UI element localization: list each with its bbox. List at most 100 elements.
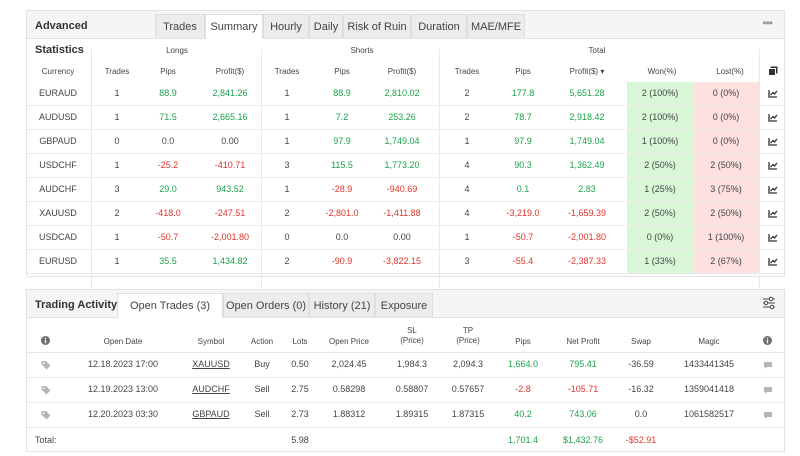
tab-mae-mfe[interactable]: MAE/MFE <box>467 14 525 38</box>
short-pips-cell: -90.9 <box>331 256 353 266</box>
magic-cell: 1061582517 <box>683 409 735 419</box>
tag-icon[interactable] <box>41 360 51 370</box>
won-cell: 1 (25%) <box>627 178 693 201</box>
tag-icon[interactable] <box>41 410 51 420</box>
short-pips-cell: 7.2 <box>335 112 349 122</box>
comment-icon[interactable] <box>763 386 773 395</box>
chart-icon[interactable] <box>768 233 778 242</box>
total-trades-cell: 4 <box>464 160 470 170</box>
col-long-pips[interactable]: Pips <box>145 67 191 76</box>
long-pips-cell: -418.0 <box>155 208 181 218</box>
col-lots[interactable]: Lots <box>285 337 315 347</box>
chart-icon[interactable] <box>768 113 778 122</box>
col-magic[interactable]: Magic <box>681 337 737 347</box>
tp-cell: 2,094.3 <box>452 359 484 369</box>
tab-risk-of-ruin[interactable]: Risk of Ruin <box>343 14 411 38</box>
open-date-cell: 12.20.2023 03:30 <box>87 409 159 419</box>
stats-row: AUDUSD 1 71.5 2,665.16 1 7.2 253.26 2 78.7 2,918.… <box>27 106 784 130</box>
symbol-link[interactable]: GBPAUD <box>189 403 233 426</box>
open-date-cell: 12.18.2023 17:00 <box>87 359 159 369</box>
col-lost[interactable]: Lost(%) <box>700 67 760 76</box>
tab-history[interactable]: History (21) <box>309 293 375 317</box>
col-open-price[interactable]: Open Price <box>321 337 377 347</box>
currency-cell: AUDUSD <box>38 112 77 122</box>
short-trades-cell: 3 <box>284 160 290 170</box>
comment-icon[interactable] <box>763 361 773 370</box>
col-sl[interactable]: SL (Price) <box>387 326 437 346</box>
col-short-profit[interactable]: Profit($) <box>373 67 431 76</box>
tp-cell: 1.87315 <box>451 409 485 419</box>
tab-exposure[interactable]: Exposure <box>375 293 433 317</box>
lost-cell: 2 (50%) <box>693 154 759 177</box>
col-swap[interactable]: Swap <box>621 337 661 347</box>
activity-panel-title: Trading Activity <box>35 299 118 311</box>
col-symbol[interactable]: Symbol <box>189 337 233 347</box>
info-icon[interactable] <box>41 336 50 345</box>
col-open-date[interactable]: Open Date <box>83 337 163 347</box>
short-pips-cell: 88.9 <box>333 88 351 98</box>
tab-open-orders[interactable]: Open Orders (0) <box>223 293 309 317</box>
col-currency[interactable]: Currency <box>32 67 84 76</box>
tag-icon[interactable] <box>41 385 51 395</box>
total-net-profit: $1,432.76 <box>562 435 604 445</box>
chart-icon[interactable] <box>768 89 778 98</box>
total-pips-cell: -55.4 <box>512 256 534 266</box>
currency-cell: GBPAUD <box>39 136 77 146</box>
symbol-link[interactable]: AUDCHF <box>189 378 233 401</box>
stats-row: EURAUD 1 88.9 2,841.26 1 88.9 2,810.02 2 177.8 5,… <box>27 82 784 106</box>
symbol-link[interactable]: XAUUSD <box>189 353 233 376</box>
chart-icon[interactable] <box>768 161 778 170</box>
tab-duration[interactable]: Duration <box>411 14 467 38</box>
stats-row: XAUUSD 2 -418.0 -247.51 2 -2,801.0 -1,411.88 4 -… <box>27 202 784 226</box>
sl-cell: 1,984.3 <box>396 359 428 369</box>
open-price-cell: 2,024.45 <box>331 359 367 369</box>
total-swap: -$52.91 <box>625 435 657 445</box>
col-total-pips[interactable]: Pips <box>497 67 549 76</box>
long-pips-cell: 0.0 <box>161 136 175 146</box>
copy-icon[interactable] <box>768 66 778 76</box>
col-won[interactable]: Won(%) <box>632 67 692 76</box>
tab-daily[interactable]: Daily <box>309 14 343 38</box>
long-profit-cell: -2,001.80 <box>210 232 250 242</box>
action-cell: Sell <box>254 384 270 394</box>
total-pips-cell: -3,219.0 <box>506 208 540 218</box>
tab-summary[interactable]: Summary <box>205 14 263 39</box>
chart-icon[interactable] <box>768 209 778 218</box>
lost-cell: 2 (67%) <box>693 250 759 273</box>
currency-cell: EURAUD <box>38 88 77 98</box>
col-pips[interactable]: Pips <box>503 337 543 347</box>
filter-settings-icon[interactable] <box>762 296 776 310</box>
chart-icon[interactable] <box>768 137 778 146</box>
lots-cell: 2.73 <box>291 409 309 419</box>
total-profit-cell: 5,651.28 <box>569 88 605 98</box>
col-short-pips[interactable]: Pips <box>317 67 367 76</box>
currency-cell: USDCHF <box>39 160 77 170</box>
long-pips-cell: 71.5 <box>159 112 177 122</box>
chart-icon[interactable] <box>768 185 778 194</box>
lost-cell: 0 (0%) <box>693 82 759 105</box>
short-profit-cell: -1,411.88 <box>383 208 421 218</box>
open-price-cell: 1.88312 <box>332 409 366 419</box>
col-total-trades[interactable]: Trades <box>443 67 491 76</box>
col-net-profit[interactable]: Net Profit <box>555 337 611 347</box>
action-cell: Buy <box>254 359 270 369</box>
long-trades-cell: 1 <box>114 232 120 242</box>
chart-icon[interactable] <box>768 257 778 266</box>
total-lots: 5.98 <box>291 435 309 445</box>
long-trades-cell: 1 <box>114 256 120 266</box>
info-icon[interactable] <box>763 336 772 345</box>
net-profit-cell: 743.06 <box>569 409 597 419</box>
col-tp[interactable]: TP (Price) <box>443 326 493 346</box>
col-long-trades[interactable]: Trades <box>93 67 141 76</box>
tab-open-trades[interactable]: Open Trades (3) <box>117 293 223 318</box>
tab-trades[interactable]: Trades <box>155 14 205 38</box>
more-options-icon[interactable]: ••• <box>762 16 773 30</box>
comment-icon[interactable] <box>763 411 773 420</box>
col-long-profit[interactable]: Profit($) <box>201 67 259 76</box>
col-total-profit[interactable]: Profit($) ▾ <box>557 67 617 76</box>
col-short-trades[interactable]: Trades <box>263 67 311 76</box>
tab-hourly[interactable]: Hourly <box>263 14 309 38</box>
col-action[interactable]: Action <box>245 337 279 347</box>
sort-desc-icon: ▾ <box>600 67 605 76</box>
won-cell: 2 (100%) <box>627 106 693 129</box>
